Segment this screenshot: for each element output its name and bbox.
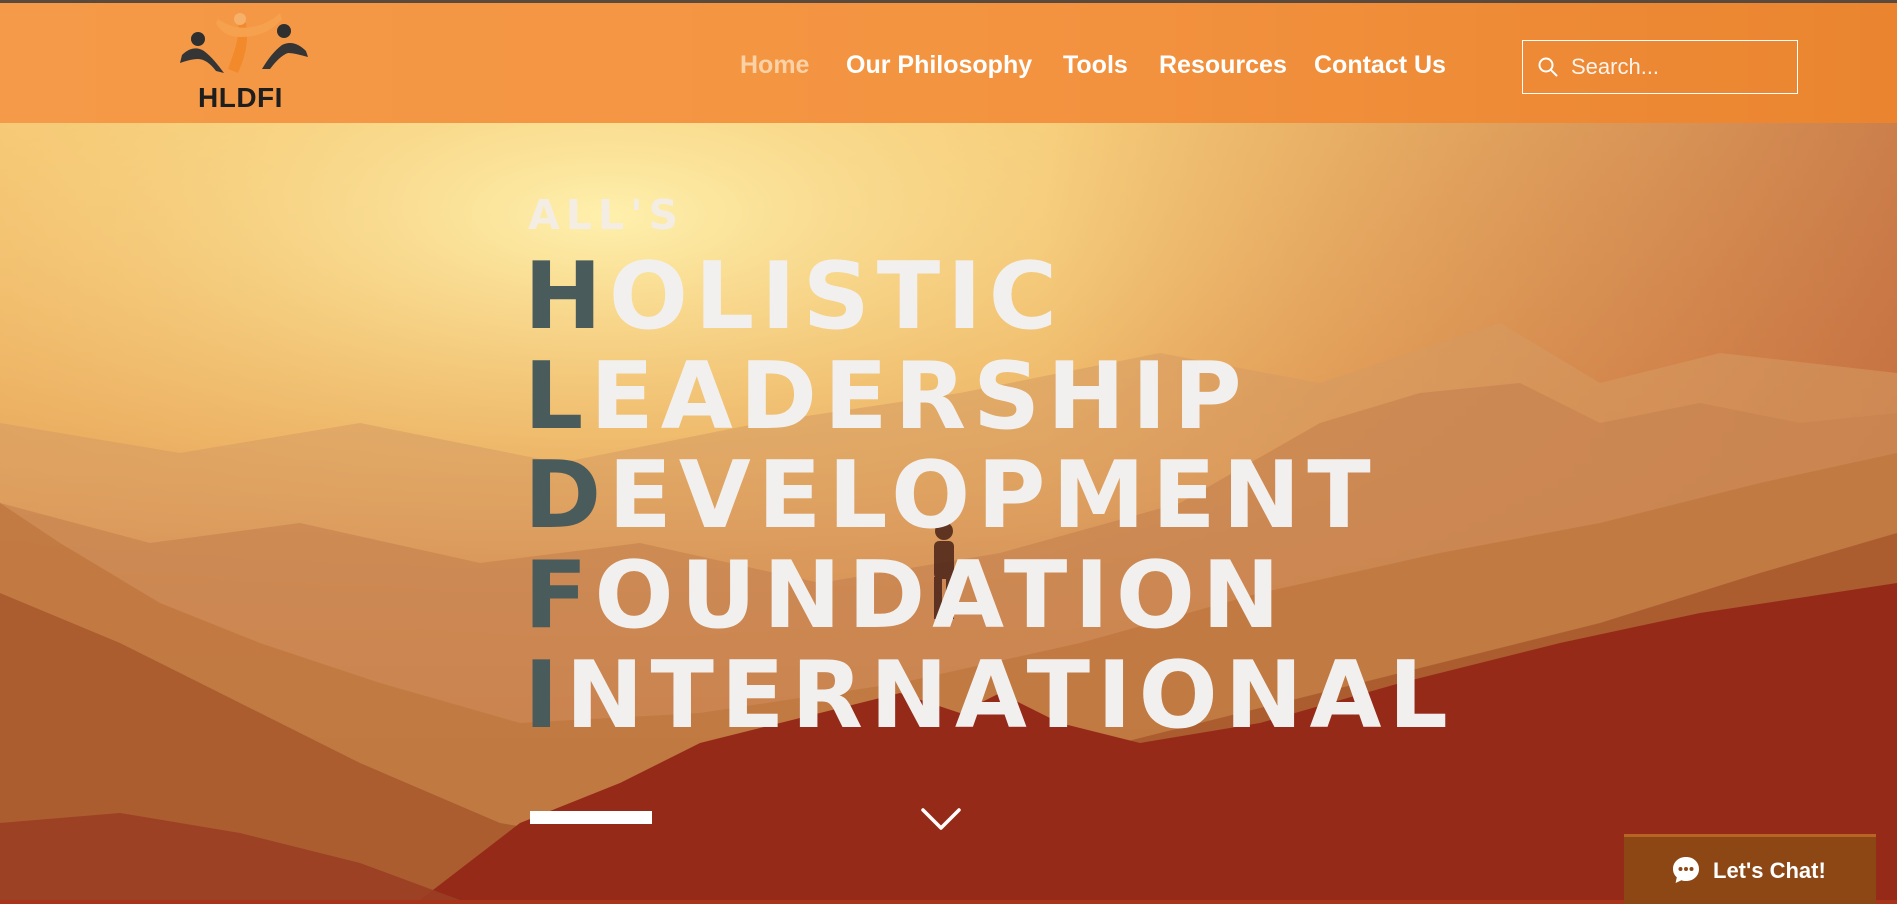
hero-eyebrow: ALL'S: [528, 191, 685, 239]
hero-line-rest: EADERSHIP: [590, 342, 1249, 450]
hero-line-holistic: HOLISTIC: [524, 250, 1064, 343]
nav-item-contact-us[interactable]: Contact Us: [1314, 51, 1446, 80]
search-input[interactable]: [1571, 41, 1791, 92]
hero-line-rest: EVELOPMENT: [608, 441, 1378, 549]
site-header: HLDFI Home Our Philosophy Tools Resource…: [0, 3, 1897, 123]
hero-line-foundation: FOUNDATION: [524, 549, 1287, 642]
nav-item-tools[interactable]: Tools: [1063, 51, 1128, 80]
hero-line-rest: OLISTIC: [608, 242, 1065, 350]
nav-item-resources[interactable]: Resources: [1159, 51, 1287, 80]
hero-initial: H: [524, 242, 609, 350]
hero-initial: F: [524, 541, 595, 649]
hero-line-international: INTERNATIONAL: [524, 649, 1455, 742]
site-logo[interactable]: HLDFI: [178, 7, 313, 115]
nav-item-home[interactable]: Home: [740, 51, 809, 80]
hero-line-leadership: LEADERSHIP: [524, 350, 1249, 443]
hero-initial: I: [524, 641, 566, 749]
search-icon[interactable]: [1537, 56, 1559, 78]
hero-initial: D: [524, 441, 609, 549]
nav-item-our-philosophy[interactable]: Our Philosophy: [846, 51, 1032, 80]
hero-line-rest: NTERNATIONAL: [565, 641, 1455, 749]
hero-initial: L: [524, 342, 591, 450]
logo-figures-icon: [180, 13, 308, 73]
search-box[interactable]: [1522, 40, 1798, 94]
hero-line-rest: OUNDATION: [594, 541, 1287, 649]
hero-line-development: DEVELOPMENT: [524, 449, 1378, 542]
logo-wordmark: HLDFI: [198, 82, 283, 113]
chevron-down-icon[interactable]: [920, 806, 962, 832]
chat-button-label: Let's Chat!: [1713, 858, 1826, 883]
chat-button[interactable]: Let's Chat!: [1624, 834, 1876, 904]
hero-section: ALL'S HOLISTIC LEADERSHIP DEVELOPMENT FO…: [0, 123, 1897, 900]
hero-accent-bar: [530, 811, 652, 824]
chat-bubble-icon: [1673, 857, 1699, 883]
